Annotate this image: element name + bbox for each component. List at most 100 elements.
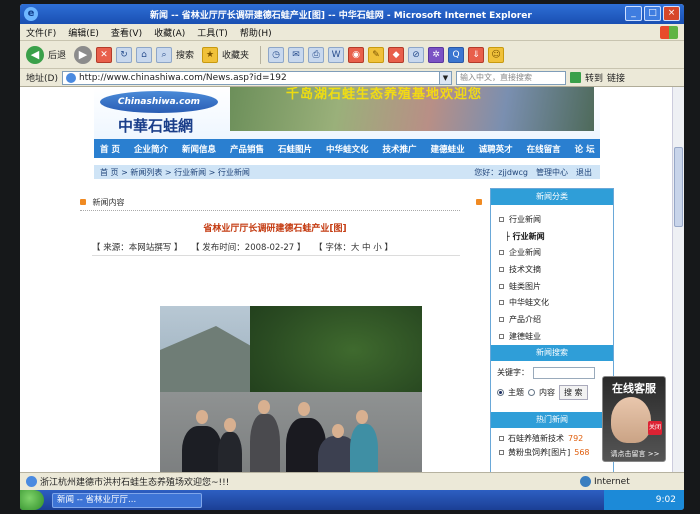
category-item[interactable]: 行业新闻	[499, 211, 607, 228]
hot-news-item[interactable]: 黄粉虫饲养[图片] 568	[491, 446, 613, 460]
edit-icon[interactable]: W	[328, 46, 345, 63]
print-icon[interactable]: ⎙	[308, 46, 325, 63]
start-button[interactable]	[20, 490, 44, 510]
nav-jobs[interactable]: 诚聘英才	[479, 143, 513, 155]
category-item[interactable]: 建德蛙业	[499, 328, 607, 345]
scrollbar-thumb[interactable]	[674, 147, 683, 227]
menu-edit[interactable]: 编辑(E)	[68, 26, 99, 39]
window-titlebar[interactable]: e 新闻 -- 省林业厅厅长调研建德石蛙产业[图] -- 中华石蛙网 - Mic…	[20, 4, 684, 24]
forward-arrow-icon[interactable]: ▶	[74, 45, 93, 64]
nav-about[interactable]: 企业简介	[134, 143, 168, 155]
menu-tools[interactable]: 工具(T)	[197, 26, 228, 39]
category-item[interactable]: ├ 行业新闻	[499, 228, 607, 245]
clock[interactable]: 9:02	[656, 495, 676, 505]
plugin-icon[interactable]: ✲	[428, 46, 445, 63]
home-icon[interactable]: ⌂	[136, 46, 153, 63]
radio-content[interactable]	[528, 388, 535, 396]
nav-home[interactable]: 首 页	[100, 143, 120, 155]
close-button[interactable]: ×	[663, 6, 680, 21]
minimize-button[interactable]: _	[625, 6, 642, 21]
bullet-icon	[499, 436, 504, 441]
news-search-form: 关键字： 主题 内容 搜 索	[491, 361, 613, 412]
search-button[interactable]: 搜 索	[559, 384, 588, 400]
note-icon[interactable]: ✎	[368, 46, 385, 63]
radio-content-label[interactable]: 内容	[539, 387, 555, 398]
category-item[interactable]: 产品介绍	[499, 311, 607, 328]
site-logo-cn[interactable]: 中華石蛙網	[118, 115, 193, 136]
favorites-label[interactable]: 收藏夹	[222, 48, 249, 61]
bullet-icon	[499, 333, 504, 339]
category-item[interactable]: 蛙类图片	[499, 278, 607, 295]
download-icon[interactable]: ⇓	[468, 46, 485, 63]
address-input[interactable]: http://www.chinashiwa.com/News.asp?id=19…	[61, 70, 452, 85]
user-links: 您好：zjjdwcg 管理中心 退出	[474, 167, 592, 178]
mail-icon[interactable]: ✉	[288, 46, 305, 63]
menu-help[interactable]: 帮助(H)	[240, 26, 272, 39]
smiley-icon[interactable]: ☺	[488, 46, 505, 63]
nav-photos[interactable]: 石蛙图片	[278, 143, 312, 155]
back-label[interactable]: 后退	[48, 48, 66, 61]
window-controls: _ □ ×	[625, 6, 680, 21]
photo-head	[332, 424, 344, 438]
messenger-icon[interactable]: ◉	[348, 46, 365, 63]
online-service-widget[interactable]: 在线客服 关闭 请点击留言 >>	[602, 376, 666, 462]
nav-tech[interactable]: 技术推广	[383, 143, 417, 155]
maximize-button[interactable]: □	[644, 6, 661, 21]
bullet-icon	[499, 450, 504, 455]
admin-link[interactable]: 管理中心	[536, 167, 568, 178]
search-icon[interactable]: ⌕	[156, 46, 173, 63]
history-icon[interactable]: ◷	[268, 46, 285, 63]
bullet-icon	[499, 216, 504, 222]
radio-subject-label[interactable]: 主题	[508, 387, 524, 398]
vertical-scrollbar[interactable]	[672, 87, 684, 472]
hot-news-item[interactable]: 石蛙养殖新技术 792	[491, 432, 613, 446]
site-banner: Chinashiwa.com 中華石蛙網 千岛湖石蛙生态养殖基地欢迎您	[94, 87, 600, 139]
category-item[interactable]: 技术文摘	[499, 261, 607, 278]
block-icon[interactable]: ⊘	[408, 46, 425, 63]
service-title: 在线客服	[612, 382, 656, 395]
refresh-icon[interactable]: ↻	[116, 46, 133, 63]
nav-culture[interactable]: 中华蛙文化	[326, 143, 369, 155]
qq-icon[interactable]: Q	[448, 46, 465, 63]
search-label[interactable]: 搜索	[176, 48, 194, 61]
system-tray: 9:02	[604, 490, 684, 510]
links-button[interactable]: 链接	[607, 71, 625, 84]
category-item[interactable]: 中华蛙文化	[499, 294, 607, 311]
address-url[interactable]: http://www.chinashiwa.com/News.asp?id=19…	[79, 72, 287, 84]
menu-view[interactable]: 查看(V)	[111, 26, 142, 39]
research-icon[interactable]: ◆	[388, 46, 405, 63]
nav-jiande[interactable]: 建德蛙业	[431, 143, 465, 155]
toolbar-search-input[interactable]: 输入中文，直接搜索	[455, 70, 566, 85]
bullet-icon	[499, 266, 504, 272]
windows-flag-icon	[660, 26, 678, 39]
article-divider	[92, 255, 460, 256]
article-section-header: 新闻内容	[80, 197, 482, 211]
article-font-size[interactable]: 【 字体：大 中 小 】	[314, 243, 393, 253]
favorites-star-icon[interactable]: ★	[202, 46, 219, 63]
logout-link[interactable]: 退出	[576, 167, 592, 178]
address-bar: 地址(D) http://www.chinashiwa.com/News.asp…	[20, 69, 684, 87]
go-button[interactable]: 转到	[585, 71, 603, 84]
back-arrow-icon[interactable]: ◀	[26, 45, 44, 64]
address-dropdown-icon[interactable]: ▼	[438, 71, 451, 84]
breadcrumb-text[interactable]: 首 页 > 新闻列表 > 行业新闻 > 行业新闻	[100, 167, 250, 178]
user-greeting: 您好：zjjdwcg	[474, 168, 528, 177]
photo-head	[258, 400, 270, 414]
photo-person	[218, 432, 242, 472]
site-logo[interactable]: Chinashiwa.com	[100, 91, 218, 113]
nav-guestbook[interactable]: 在线留言	[527, 143, 561, 155]
site-nav: 首 页 企业简介 新闻信息 产品销售 石蛙图片 中华蛙文化 技术推广 建德蛙业 …	[94, 139, 600, 158]
nav-forum[interactable]: 论 坛	[575, 143, 595, 155]
menu-file[interactable]: 文件(F)	[26, 26, 56, 39]
go-arrow-icon[interactable]	[569, 72, 581, 83]
radio-subject[interactable]	[497, 388, 504, 396]
taskbar-window-button[interactable]: 新闻 -- 省林业厅厅...	[52, 492, 202, 508]
category-item[interactable]: 企业新闻	[499, 244, 607, 261]
service-close-button[interactable]: 关闭	[648, 421, 662, 435]
keyword-input[interactable]	[533, 366, 595, 379]
nav-products[interactable]: 产品销售	[230, 143, 264, 155]
stop-icon[interactable]: ✕	[96, 46, 113, 63]
nav-news[interactable]: 新闻信息	[182, 143, 216, 155]
menu-favorites[interactable]: 收藏(A)	[154, 26, 185, 39]
service-leave-message[interactable]: 请点击留言 >>	[603, 449, 665, 459]
